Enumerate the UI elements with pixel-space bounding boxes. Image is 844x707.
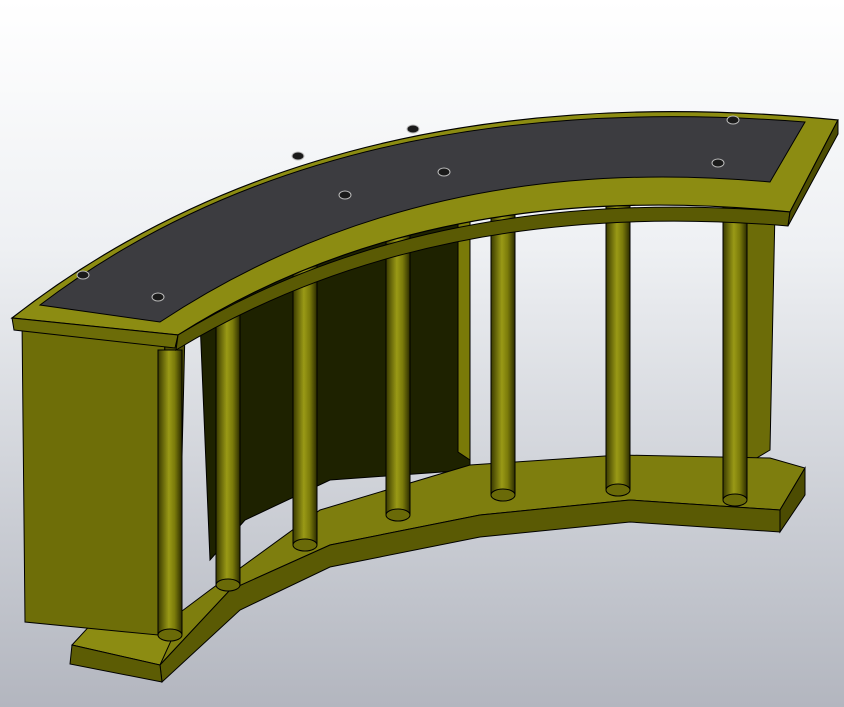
bolt-hole: [726, 115, 740, 125]
rod: [385, 224, 411, 516]
rod: [605, 199, 631, 491]
rod: [215, 299, 241, 586]
right-back-panel: [457, 204, 471, 461]
rod-foot: [157, 628, 183, 642]
rod: [722, 204, 748, 501]
rod-foot: [722, 493, 748, 507]
rod-foot: [292, 538, 318, 552]
bolt-hole: [291, 151, 305, 161]
cad-viewport[interactable]: [0, 0, 844, 707]
bolt-hole: [76, 270, 90, 280]
rod: [157, 349, 183, 636]
right-end-panel: [744, 204, 776, 466]
left-end-wall: [21, 319, 166, 636]
bolt-hole: [437, 167, 451, 177]
rod: [292, 254, 318, 546]
rod-foot: [215, 578, 241, 592]
bolt-hole: [406, 124, 420, 134]
base-ring-front: [159, 499, 781, 684]
rod: [490, 204, 516, 496]
bolt-hole: [711, 158, 725, 168]
curved-frame-model[interactable]: [0, 0, 844, 707]
rod-foot: [490, 488, 516, 502]
rod-foot: [385, 508, 411, 522]
bolt-hole: [338, 190, 352, 200]
bolt-hole: [151, 292, 165, 302]
rod-foot: [605, 483, 631, 497]
